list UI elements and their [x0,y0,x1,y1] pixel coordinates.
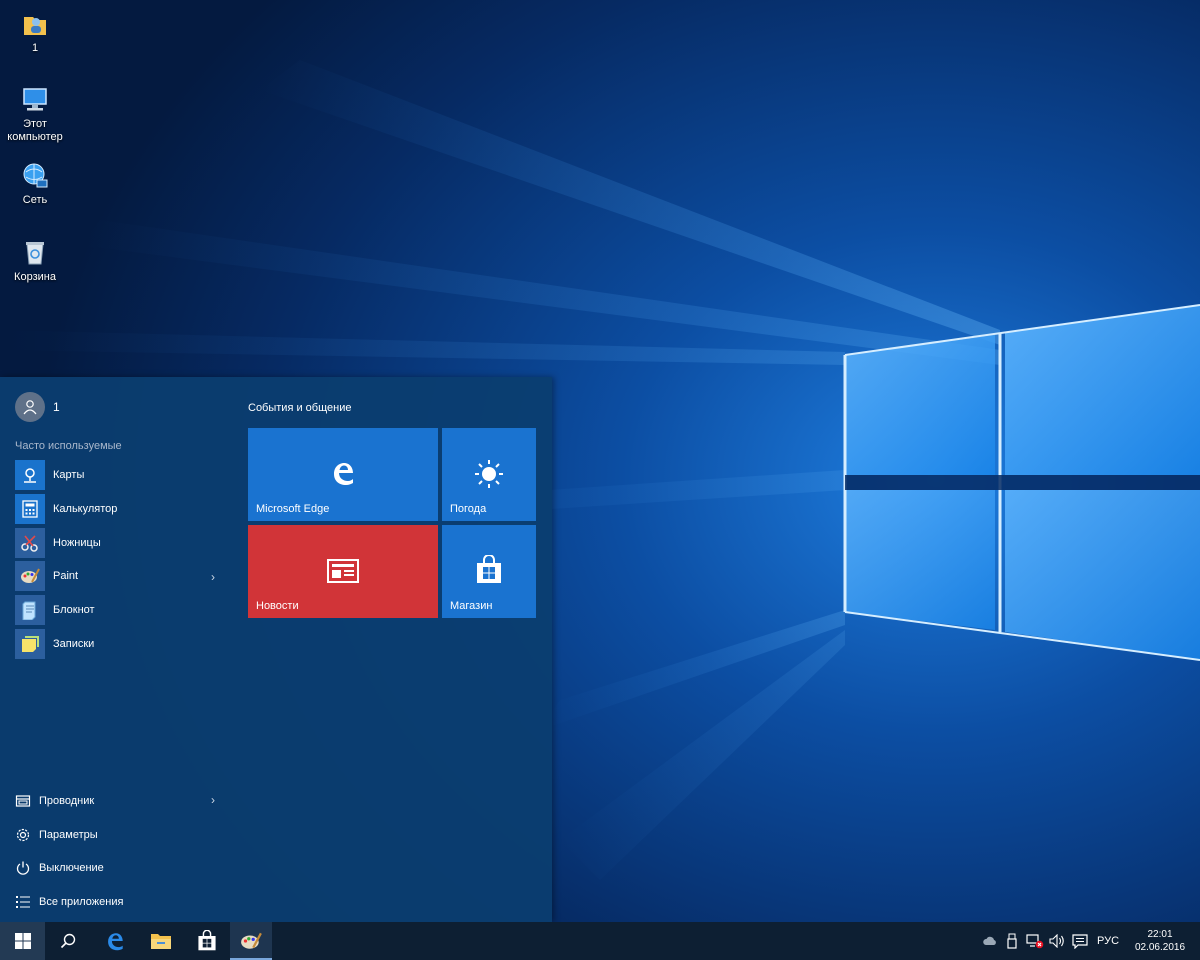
user-name: 1 [53,400,60,414]
taskbar-file-explorer-button[interactable] [138,922,184,960]
avatar [15,392,45,422]
tile-label: Погода [450,503,487,515]
file-explorer-icon [15,795,31,807]
paint-icon [241,932,262,949]
bottom-item-label: Все приложения [39,896,124,909]
bottom-item-label: Выключение [39,862,104,875]
user-account-button[interactable]: 1 [15,392,60,422]
desktop-icon-this-pc[interactable]: Этот компьютер [0,84,70,144]
onedrive-button[interactable] [980,922,1000,960]
file-explorer-button[interactable]: Проводник › [15,788,225,814]
windows-start-icon [14,933,31,949]
desktop-icon-label: Сеть [22,194,48,206]
taskbar-edge-button[interactable] [92,922,138,960]
all-apps-button[interactable]: Все приложения [15,889,225,915]
app-item-notepad[interactable]: Блокнот [15,595,225,626]
gear-icon [16,828,30,841]
user-icon [23,400,37,415]
computer-icon [23,88,47,111]
tile-label: Microsoft Edge [256,503,330,515]
app-item-calculator[interactable]: Калькулятор [15,493,225,524]
volume-icon [1049,934,1064,948]
search-button[interactable] [46,922,90,960]
taskbar-store-button[interactable] [184,922,230,960]
store-icon [198,930,216,951]
network-icon [23,163,48,188]
news-icon [327,559,359,583]
app-item-label: Записки [53,637,95,650]
tile-microsoft-edge[interactable]: Microsoft Edge [248,428,438,521]
tile-label: Магазин [450,600,493,612]
recycle-bin-icon [26,242,44,265]
maps-icon [15,460,45,490]
desktop-icon-user-folder[interactable]: 1 [0,8,70,55]
tile-label: Новости [256,600,299,612]
desktop-icon-label: Корзина [14,271,56,283]
scissors-icon [15,527,45,558]
desktop-icon-label: 1 [31,42,39,54]
bottom-item-label: Проводник [39,795,95,807]
action-center-icon [1072,933,1088,949]
start-button[interactable] [0,922,45,960]
start-bottom-list: Проводник › Параметры Выключение Все при… [15,788,225,923]
usb-eject-button[interactable] [1003,922,1021,960]
all-apps-icon [16,896,30,909]
action-center-button[interactable] [1069,922,1091,960]
app-item-label: Paint [53,570,79,583]
taskbar-paint-button[interactable] [230,922,272,960]
sun-icon [475,460,503,488]
desktop-icon-network[interactable]: Сеть [0,160,70,207]
paint-icon [15,561,45,592]
desktop-icon-label: Этот компьютер [7,118,63,143]
bottom-item-label: Параметры [39,828,98,841]
file-explorer-icon [151,934,171,949]
edge-icon [108,933,123,951]
network-disconnected-icon [1026,934,1044,949]
usb-drive-icon [1007,933,1017,949]
sticky-notes-icon [15,628,45,659]
notepad-icon [15,595,45,626]
network-status-button[interactable] [1024,922,1046,960]
user-folder-icon [24,17,46,35]
settings-button[interactable]: Параметры [15,822,225,848]
app-item-label: Калькулятор [53,502,118,515]
edge-icon [334,463,353,485]
power-icon [16,861,30,876]
tile-weather[interactable]: Погода [442,428,536,521]
chevron-right-icon[interactable]: › [211,570,215,584]
clock[interactable]: 22:01 02.06.2016 [1128,922,1192,960]
tile-news[interactable]: Новости [248,525,438,618]
onedrive-cloud-icon [983,936,996,945]
desktop-icon-recycle-bin[interactable]: Корзина [0,237,70,284]
clock-date: 02.06.2016 [1134,942,1186,953]
taskbar: РУС 22:01 02.06.2016 [0,922,1200,960]
tile-store[interactable]: Магазин [442,525,536,618]
power-button[interactable]: Выключение [15,855,225,881]
volume-button[interactable] [1047,922,1067,960]
tile-group-title: События и общение [248,402,352,414]
store-icon [477,555,501,583]
most-used-apps-list: Карты Калькулятор Ножницы Paint › Блокно… [15,460,225,663]
clock-time: 22:01 [1147,929,1173,940]
app-item-snipping-tool[interactable]: Ножницы [15,527,225,558]
calculator-icon [15,493,45,524]
input-language-indicator[interactable]: РУС [1093,922,1123,960]
chevron-right-icon[interactable]: › [211,793,215,807]
app-item-label: Блокнот [53,604,95,617]
app-item-label: Карты [53,469,85,481]
most-used-heading: Часто используемые [15,440,122,452]
app-item-maps[interactable]: Карты [15,460,225,490]
app-item-paint[interactable]: Paint › [15,561,225,592]
app-item-sticky-notes[interactable]: Записки [15,628,225,659]
app-item-label: Ножницы [53,536,101,549]
search-icon [60,933,76,949]
